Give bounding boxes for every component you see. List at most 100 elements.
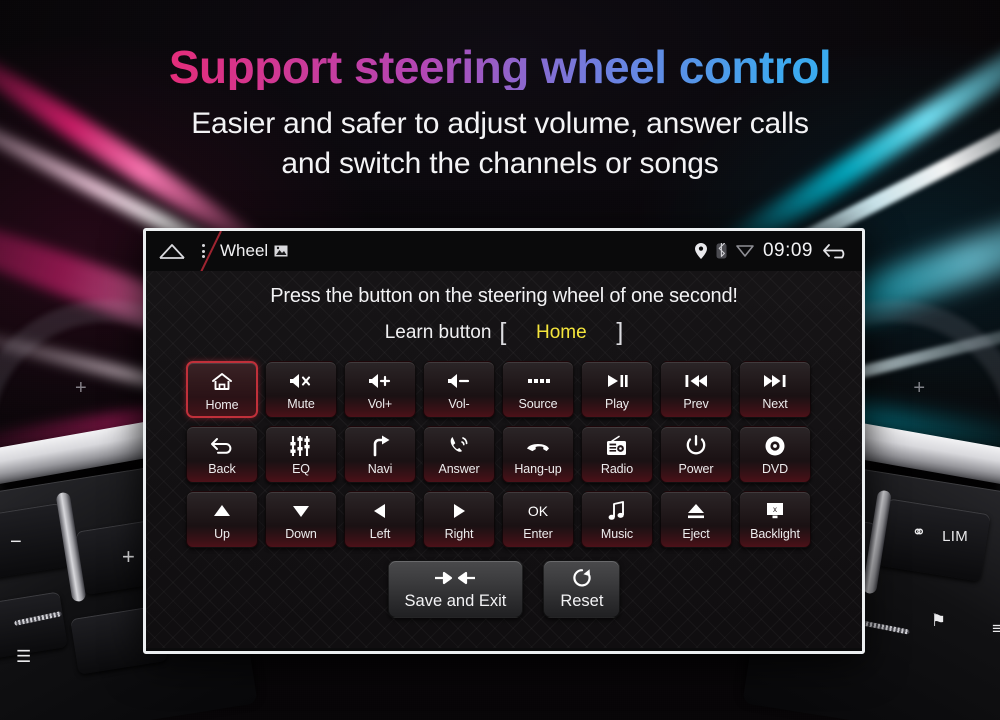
music-note-icon [607, 499, 627, 523]
wheel-button-label: DVD [761, 462, 789, 476]
wheel-button-label: Right [444, 527, 474, 541]
wheel-button-eject[interactable]: Eject [660, 491, 732, 548]
plus-icon: + [122, 544, 135, 569]
left-crosshair-mark: + [75, 377, 87, 399]
wheel-button-label: Eject [682, 527, 710, 541]
wheel-button-label: Source [518, 397, 558, 411]
bracket-close: ] [616, 318, 624, 346]
bluetooth-icon [716, 243, 727, 259]
wheel-button-power[interactable]: Power [660, 426, 732, 483]
triangle-up-icon [211, 499, 233, 523]
app-title-group: Wheel [220, 241, 288, 261]
wheel-button-mute[interactable]: Mute [265, 361, 337, 418]
wheel-button-label: EQ [292, 462, 310, 476]
instruction-text: Press the button on the steering wheel o… [270, 285, 738, 307]
screenshot-root: + + − + ◀ ☰ ES NCEL LIM ⚭ ⚑ ≡+ Support s… [0, 0, 1000, 720]
learn-button-value: Home [536, 321, 587, 343]
bracket-open: [ [499, 318, 507, 346]
phone-hangup-icon [525, 434, 551, 458]
wheel-button-label: Next [762, 397, 788, 411]
minus-icon: − [10, 531, 22, 553]
wheel-button-left[interactable]: Left [344, 491, 416, 548]
wheel-button-enter[interactable]: OK Enter [502, 491, 574, 548]
overflow-menu-icon[interactable] [196, 244, 210, 258]
backlight-screen-icon: x [764, 499, 786, 523]
save-and-exit-button[interactable]: Save and Exit [387, 560, 524, 618]
wheel-button-backlight[interactable]: x Backlight [739, 491, 811, 548]
wheel-button-label: Enter [523, 527, 553, 541]
next-track-icon [762, 369, 788, 393]
wheel-button-prev[interactable]: Prev [660, 361, 732, 418]
button-row: Back EQ Navi Answer Hang-up Radio Power … [186, 426, 822, 483]
radio-icon [605, 434, 629, 458]
wheel-button-label: Home [205, 398, 239, 412]
wheel-button-up[interactable]: Up [186, 491, 258, 548]
wheel-button-label: Radio [600, 462, 634, 476]
equalizer-icon [289, 434, 313, 458]
wheel-button-hangup[interactable]: Hang-up [502, 426, 574, 483]
wheel-button-radio[interactable]: Radio [581, 426, 653, 483]
wheel-button-music[interactable]: Music [581, 491, 653, 548]
page-title: Support steering wheel control [0, 44, 1000, 90]
wheel-button-source[interactable]: Source [502, 361, 574, 418]
wifi-icon [736, 244, 754, 258]
speaker-mute-icon [288, 369, 314, 393]
wheel-learning-screen: Press the button on the steering wheel o… [146, 271, 862, 648]
wheel-button-home[interactable]: Home [186, 361, 258, 418]
wheel-button-label: Prev [683, 397, 709, 411]
wheel-button-volume-up[interactable]: Vol+ [344, 361, 416, 418]
eject-icon [685, 499, 707, 523]
wheel-button-label: Power [678, 462, 714, 476]
triangle-right-icon [449, 499, 469, 523]
wheel-button-volume-down[interactable]: Vol- [423, 361, 495, 418]
head-unit-panel: Wheel 09:09 Press the button on the stee… [143, 228, 865, 654]
wheel-button-answer[interactable]: Answer [423, 426, 495, 483]
wheel-button-label: Vol- [448, 397, 470, 411]
wheel-button-eq[interactable]: EQ [265, 426, 337, 483]
wheel-button-next[interactable]: Next [739, 361, 811, 418]
turn-right-icon [368, 434, 392, 458]
volume-down-icon [446, 369, 472, 393]
status-bar-clock: 09:09 [762, 240, 813, 261]
ok-text-icon: OK [527, 503, 549, 519]
wheel-button-label: Hang-up [514, 462, 562, 476]
save-and-exit-label: Save and Exit [404, 592, 507, 610]
wheel-button-back[interactable]: Back [186, 426, 258, 483]
back-arrow-icon[interactable] [822, 242, 850, 260]
wheel-button-dvd[interactable]: DVD [739, 426, 811, 483]
list-icon: ☰ [16, 647, 32, 666]
app-title: Wheel [220, 241, 269, 260]
image-icon [274, 245, 288, 257]
triangle-down-icon [290, 499, 312, 523]
arrows-inward-icon [433, 567, 477, 589]
source-dots-icon [525, 369, 551, 393]
wheel-button-label: Answer [438, 462, 480, 476]
svg-text:x: x [773, 505, 777, 514]
wheel-button-label: Mute [287, 397, 315, 411]
reset-label: Reset [560, 592, 604, 610]
page-subtitle-line2: and switch the channels or songs [281, 146, 719, 180]
wheel-button-label: Back [208, 462, 236, 476]
wheel-button-play[interactable]: Play [581, 361, 653, 418]
wheel-button-right[interactable]: Right [423, 491, 495, 548]
wheel-button-navi[interactable]: Navi [344, 426, 416, 483]
reset-button[interactable]: Reset [543, 560, 621, 618]
button-row: Home Mute Vol+ Vol- Source Play Prev Nex… [186, 361, 822, 418]
previous-track-icon [683, 369, 709, 393]
wheel-button-grid: Home Mute Vol+ Vol- Source Play Prev Nex… [186, 361, 822, 548]
wheel-button-label: Play [605, 397, 629, 411]
speed-limit-icon: ⚭ [911, 523, 926, 542]
disc-icon [764, 434, 786, 458]
home-icon [211, 370, 233, 394]
footer-buttons: Save and Exit Reset [146, 560, 862, 618]
wheel-button-label: Up [214, 527, 230, 541]
back-arrow-icon [210, 434, 234, 458]
right-wheel-key-lim-label: LIM [942, 528, 968, 545]
power-icon [685, 434, 707, 458]
volume-up-icon [367, 369, 393, 393]
refresh-icon [571, 567, 593, 589]
home-outline-icon[interactable] [158, 242, 186, 260]
learn-button-row: Learn button [ Home ] [146, 320, 862, 345]
wheel-button-down[interactable]: Down [265, 491, 337, 548]
status-bar-left: Wheel [158, 241, 288, 261]
